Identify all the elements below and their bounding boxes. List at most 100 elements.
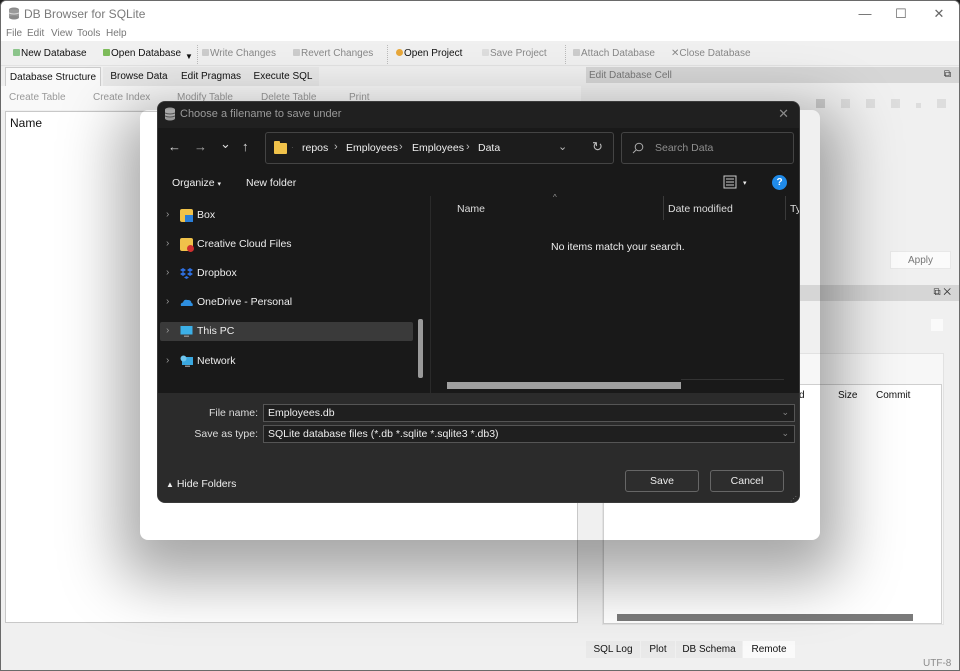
auto-format-icon[interactable] [916, 103, 921, 108]
search-box[interactable]: Search Data [621, 132, 794, 164]
tab-sql-log[interactable]: SQL Log [586, 641, 640, 658]
chevron-right-icon[interactable]: › [166, 209, 169, 220]
empty-message: No items match your search. [551, 241, 685, 253]
new-folder-button[interactable]: New folder [246, 177, 296, 189]
nav-item-box[interactable]: › Box [160, 206, 413, 225]
tab-plot[interactable]: Plot [641, 641, 675, 658]
file-list[interactable]: ^ Name Date modified Ty No items match y… [431, 193, 799, 393]
dock-float-close-icons[interactable]: ⧉ ✕ [933, 287, 951, 298]
breadcrumb-overflow[interactable]: · [291, 143, 294, 152]
nav-item-network[interactable]: › Network [160, 352, 413, 371]
maximize-button[interactable]: ☐ [883, 4, 919, 24]
cancel-button[interactable]: Cancel [710, 470, 784, 492]
open-project-icon [396, 49, 403, 56]
chevron-right-icon[interactable]: › [166, 296, 169, 307]
set-null-icon[interactable] [866, 99, 875, 108]
nav-item-onedrive[interactable]: › OneDrive - Personal [160, 293, 413, 312]
up-arrow-icon[interactable]: ↑ [242, 140, 249, 154]
box-folder-icon [180, 209, 193, 222]
open-database-button[interactable]: Open Database [103, 48, 181, 59]
save-button[interactable]: Save [625, 470, 699, 492]
breadcrumb-employees[interactable]: Employees [346, 142, 398, 154]
view-dropdown-icon[interactable]: ▾ [743, 179, 747, 187]
revert-changes-button[interactable]: Revert Changes [293, 48, 373, 59]
attach-database-button[interactable]: Attach Database [573, 48, 655, 59]
chevron-right-icon[interactable]: › [166, 238, 169, 249]
breadcrumb-repos[interactable]: repos [302, 142, 328, 154]
save-type-dropdown-icon[interactable]: ⌄ [781, 428, 789, 439]
refresh-icon[interactable]: ↻ [592, 139, 603, 155]
address-dropdown-icon[interactable]: ⌄ [558, 140, 567, 153]
back-arrow-icon[interactable]: ← [168, 140, 181, 154]
file-name-input[interactable]: Employees.db ⌄ [263, 404, 795, 422]
image-icon[interactable] [891, 99, 900, 108]
new-database-button[interactable]: New Database [13, 48, 87, 59]
tree-column-name[interactable]: Name [10, 116, 42, 130]
save-project-button[interactable]: Save Project [482, 48, 547, 59]
chevron-right-icon[interactable]: › [166, 355, 169, 366]
address-bar[interactable]: · repos › Employees › Employees › Data ⌄… [265, 132, 614, 164]
recent-locations-chevron-icon[interactable]: ⌄ [220, 137, 231, 151]
write-changes-button[interactable]: Write Changes [202, 48, 276, 59]
computer-icon [180, 326, 193, 337]
menu-edit[interactable]: Edit [27, 28, 44, 39]
apply-button[interactable]: Apply [890, 251, 951, 269]
file-name-dropdown-icon[interactable]: ⌄ [781, 407, 789, 418]
menu-file[interactable]: File [6, 28, 22, 39]
tab-execute-sql[interactable]: Execute SQL [247, 67, 319, 86]
onedrive-icon [180, 299, 193, 306]
tab-database-structure[interactable]: Database Structure [5, 67, 101, 86]
dialog-title: Choose a filename to save under [180, 108, 342, 120]
tab-remote[interactable]: Remote [743, 641, 795, 658]
save-project-icon [482, 49, 489, 56]
tab-browse-data[interactable]: Browse Data [103, 67, 175, 86]
resize-grip-icon[interactable]: ⋰ [790, 495, 797, 502]
file-list-horizontal-scrollbar[interactable] [447, 382, 681, 389]
save-as-type-select[interactable]: SQLite database files (*.db *.sqlite *.s… [263, 425, 795, 443]
main-tabs: Database Structure Browse Data Edit Prag… [1, 67, 585, 86]
column-separator[interactable] [663, 196, 664, 220]
dock-float-icon[interactable]: ⧉ [944, 69, 951, 80]
hide-folders-button[interactable]: ▲ Hide Folders [166, 478, 236, 490]
nav-item-creative-cloud[interactable]: › Creative Cloud Files [160, 235, 413, 254]
column-type[interactable]: Ty [790, 203, 799, 215]
remote-identity-icon[interactable] [931, 319, 943, 331]
dialog-close-icon[interactable]: ✕ [778, 106, 789, 122]
open-database-dropdown-icon[interactable]: ▼ [185, 52, 193, 61]
breadcrumb-separator: › [399, 141, 403, 153]
new-database-icon [13, 49, 20, 56]
minimize-button[interactable]: — [847, 4, 883, 24]
breadcrumb-data[interactable]: Data [478, 142, 500, 154]
nav-item-dropbox[interactable]: › Dropbox [160, 264, 413, 283]
create-table-button[interactable]: Create Table [9, 92, 66, 103]
help-icon[interactable]: ? [772, 175, 787, 190]
remote-col-size[interactable]: Size [838, 390, 857, 401]
organize-button[interactable]: Organize ▾ [172, 177, 221, 189]
import-icon[interactable] [816, 99, 825, 108]
close-button[interactable]: ✕ [921, 4, 957, 24]
close-database-button[interactable]: ✕Close Database [671, 48, 751, 59]
export-icon[interactable] [841, 99, 850, 108]
create-index-button[interactable]: Create Index [93, 92, 150, 103]
nav-pane-scrollbar[interactable] [418, 319, 423, 378]
menu-tools[interactable]: Tools [77, 28, 100, 39]
open-project-button[interactable]: Open Project [396, 48, 462, 59]
view-options-icon[interactable] [723, 175, 737, 189]
forward-arrow-icon[interactable]: → [194, 140, 207, 154]
remote-horizontal-scrollbar[interactable] [617, 614, 913, 621]
save-file-dialog: Choose a filename to save under ✕ ← → ⌄ … [157, 101, 800, 503]
remote-col-commit[interactable]: Commit [876, 390, 910, 401]
nav-item-this-pc[interactable]: › This PC [160, 322, 413, 341]
tab-db-schema[interactable]: DB Schema [676, 641, 742, 658]
breadcrumb-separator: › [334, 141, 338, 153]
chevron-right-icon[interactable]: › [166, 267, 169, 278]
column-name[interactable]: Name [457, 203, 485, 215]
chevron-right-icon[interactable]: › [166, 325, 169, 336]
print-icon[interactable] [937, 99, 946, 108]
column-separator[interactable] [785, 196, 786, 220]
menu-help[interactable]: Help [106, 28, 127, 39]
menu-view[interactable]: View [51, 28, 73, 39]
column-date-modified[interactable]: Date modified [668, 203, 733, 215]
tab-edit-pragmas[interactable]: Edit Pragmas [175, 67, 247, 86]
breadcrumb-employees-2[interactable]: Employees [412, 142, 464, 154]
